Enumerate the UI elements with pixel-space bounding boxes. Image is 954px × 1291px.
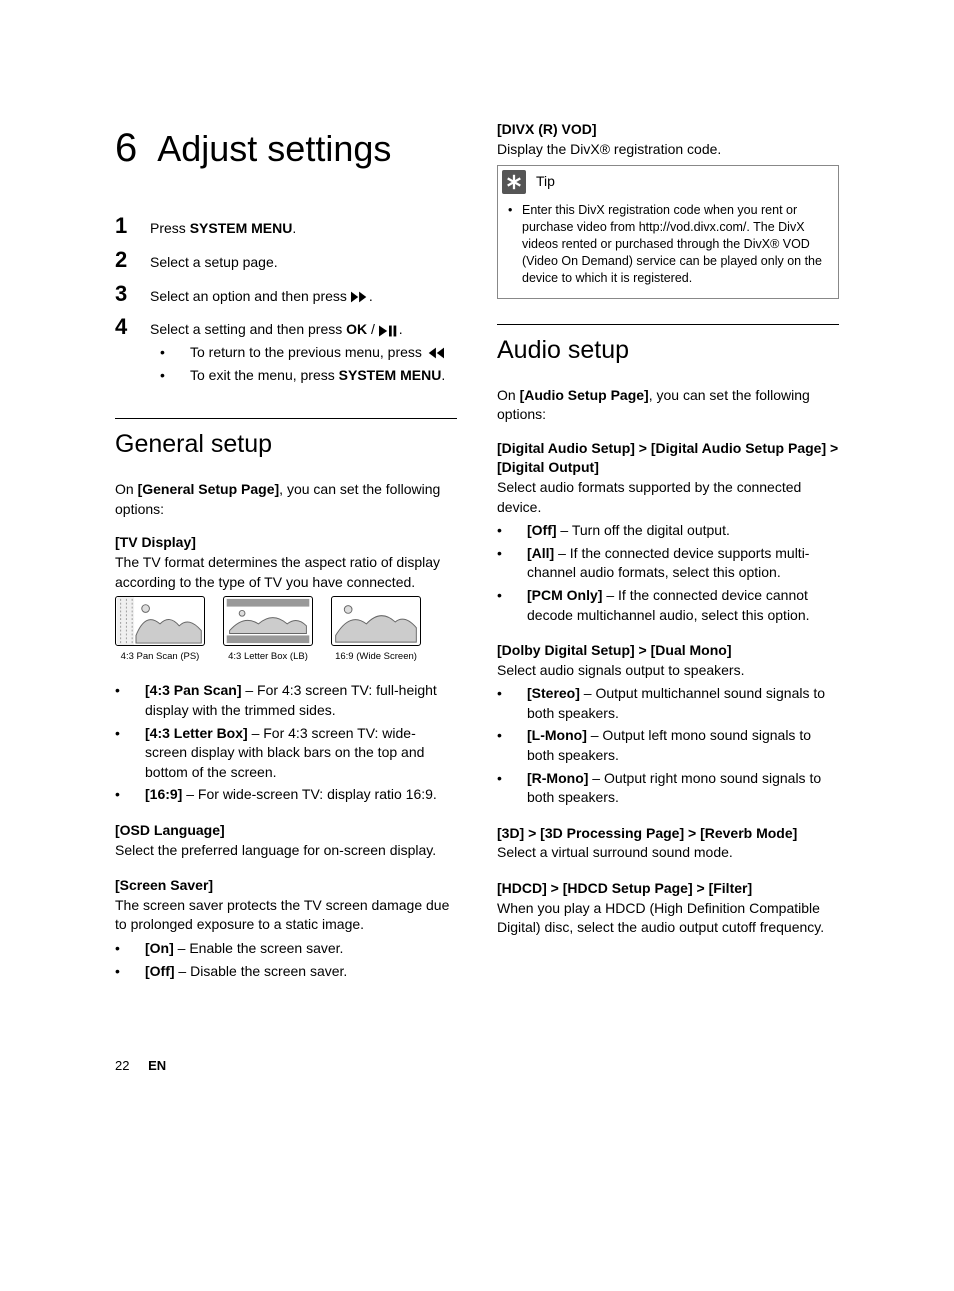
divx-block: [DIVX (R) VOD] Display the DivX® registr…	[497, 120, 839, 299]
bullet-icon: •	[497, 544, 527, 583]
audio-intro: On [Audio Setup Page], you can set the f…	[497, 386, 839, 425]
tip-asterisk-icon	[502, 170, 526, 194]
bullet-icon: •	[497, 769, 527, 808]
step-content: Select an option and then press .	[150, 287, 457, 307]
bullet-icon: •	[497, 586, 527, 625]
step-content: Select a setup page.	[150, 253, 457, 273]
substep-text: To exit the menu, press SYSTEM MENU.	[190, 366, 445, 386]
option-desc: Select audio formats supported by the co…	[497, 478, 839, 517]
option-desc: Select the preferred language for on-scr…	[115, 841, 457, 861]
bullet-icon: •	[160, 366, 190, 386]
letterbox-illustration	[224, 597, 312, 645]
option-title: [DIVX (R) VOD]	[497, 120, 839, 140]
step-num: 4	[115, 312, 150, 343]
chapter-number: 6	[115, 126, 137, 170]
3d-block: [3D] > [3D Processing Page] > [Reverb Mo…	[497, 824, 839, 863]
chapter-title-text: Adjust settings	[157, 128, 391, 169]
list-item: •[Off] – Disable the screen saver.	[115, 962, 457, 982]
step-content: Press SYSTEM MENU.	[150, 219, 457, 239]
list-item: •[On] – Enable the screen saver.	[115, 939, 457, 959]
step-3: 3 Select an option and then press .	[115, 279, 457, 310]
tip-box: Tip •Enter this DivX registration code w…	[497, 165, 839, 298]
step-num: 1	[115, 211, 150, 242]
option-desc: When you play a HDCD (High Definition Co…	[497, 899, 839, 938]
list-item: •[All] – If the connected device support…	[497, 544, 839, 583]
dolby-block: [Dolby Digital Setup] > [Dual Mono] Sele…	[497, 641, 839, 808]
option-desc: Select audio signals output to speakers.	[497, 661, 839, 681]
tip-text: Enter this DivX registration code when y…	[522, 202, 828, 286]
option-desc: The TV format determines the aspect rati…	[115, 553, 457, 592]
list-item: •[L-Mono] – Output left mono sound signa…	[497, 726, 839, 765]
substep-text: To return to the previous menu, press	[190, 343, 444, 363]
list-item: •[R-Mono] – Output right mono sound sign…	[497, 769, 839, 808]
list-item: •[4:3 Letter Box] – For 4:3 screen TV: w…	[115, 724, 457, 783]
list-item: •[Stereo] – Output multichannel sound si…	[497, 684, 839, 723]
option-desc: Display the DivX® registration code.	[497, 140, 839, 160]
section-divider	[497, 324, 839, 325]
widescreen-illustration	[332, 597, 420, 645]
page-footer: 22 EN	[115, 1057, 839, 1075]
option-title: [3D] > [3D Processing Page] > [Reverb Mo…	[497, 824, 839, 844]
step-num: 3	[115, 279, 150, 310]
aspect-pan-scan: 4:3 Pan Scan (PS)	[115, 596, 205, 663]
hdcd-block: [HDCD] > [HDCD Setup Page] > [Filter] Wh…	[497, 879, 839, 938]
screen-saver-block: [Screen Saver] The screen saver protects…	[115, 876, 457, 981]
bullet-icon: •	[497, 684, 527, 723]
option-title: [Screen Saver]	[115, 876, 457, 896]
step-1: 1 Press SYSTEM MENU.	[115, 211, 457, 242]
bullet-icon: •	[115, 785, 145, 805]
bullet-icon: •	[160, 343, 190, 363]
option-title: [HDCD] > [HDCD Setup Page] > [Filter]	[497, 879, 839, 899]
bullet-icon: •	[115, 724, 145, 783]
fast-forward-icon	[351, 291, 369, 303]
steps-list: 1 Press SYSTEM MENU. 2 Select a setup pa…	[115, 211, 457, 388]
bullet-icon: •	[497, 726, 527, 765]
tv-display-block: [TV Display] The TV format determines th…	[115, 533, 457, 805]
list-item: •[PCM Only] – If the connected device ca…	[497, 586, 839, 625]
option-title: [Digital Audio Setup] > [Digital Audio S…	[497, 439, 839, 478]
pan-scan-illustration	[116, 597, 204, 645]
substep: • To exit the menu, press SYSTEM MENU.	[160, 366, 457, 386]
chapter-title: 6 Adjust settings	[115, 120, 457, 176]
step-num: 2	[115, 245, 150, 276]
option-title: [TV Display]	[115, 533, 457, 553]
section-divider	[115, 418, 457, 419]
list-item: •[16:9] – For wide-screen TV: display ra…	[115, 785, 457, 805]
caption: 16:9 (Wide Screen)	[331, 650, 421, 663]
bullet-icon: •	[497, 521, 527, 541]
option-desc: Select a virtual surround sound mode.	[497, 843, 839, 863]
play-pause-icon	[379, 325, 399, 337]
list-item: •[4:3 Pan Scan] – For 4:3 screen TV: ful…	[115, 681, 457, 720]
rewind-icon	[426, 347, 444, 359]
bullet-icon: •	[508, 202, 522, 286]
list-item: •Enter this DivX registration code when …	[508, 202, 828, 286]
bullet-icon: •	[115, 962, 145, 982]
general-intro: On [General Setup Page], you can set the…	[115, 480, 457, 519]
step-2: 2 Select a setup page.	[115, 245, 457, 276]
osd-language-block: [OSD Language] Select the preferred lang…	[115, 821, 457, 860]
general-setup-heading: General setup	[115, 427, 457, 462]
lang-code: EN	[148, 1058, 166, 1073]
bullet-icon: •	[115, 939, 145, 959]
option-title: [Dolby Digital Setup] > [Dual Mono]	[497, 641, 839, 661]
caption: 4:3 Letter Box (LB)	[223, 650, 313, 663]
digital-audio-block: [Digital Audio Setup] > [Digital Audio S…	[497, 439, 839, 625]
substep: • To return to the previous menu, press	[160, 343, 457, 363]
step-4: 4 Select a setting and then press OK / .…	[115, 312, 457, 388]
audio-setup-heading: Audio setup	[497, 333, 839, 368]
aspect-widescreen: 16:9 (Wide Screen)	[331, 596, 421, 663]
page-number: 22	[115, 1058, 129, 1073]
tip-label: Tip	[536, 172, 555, 192]
step-content: Select a setting and then press OK / . •…	[150, 320, 457, 388]
bullet-icon: •	[115, 681, 145, 720]
aspect-ratio-illustrations: 4:3 Pan Scan (PS) 4:3 Letter Box (LB)	[115, 596, 457, 663]
list-item: •[Off] – Turn off the digital output.	[497, 521, 839, 541]
caption: 4:3 Pan Scan (PS)	[115, 650, 205, 663]
aspect-letter-box: 4:3 Letter Box (LB)	[223, 596, 313, 663]
option-title: [OSD Language]	[115, 821, 457, 841]
option-desc: The screen saver protects the TV screen …	[115, 896, 457, 935]
